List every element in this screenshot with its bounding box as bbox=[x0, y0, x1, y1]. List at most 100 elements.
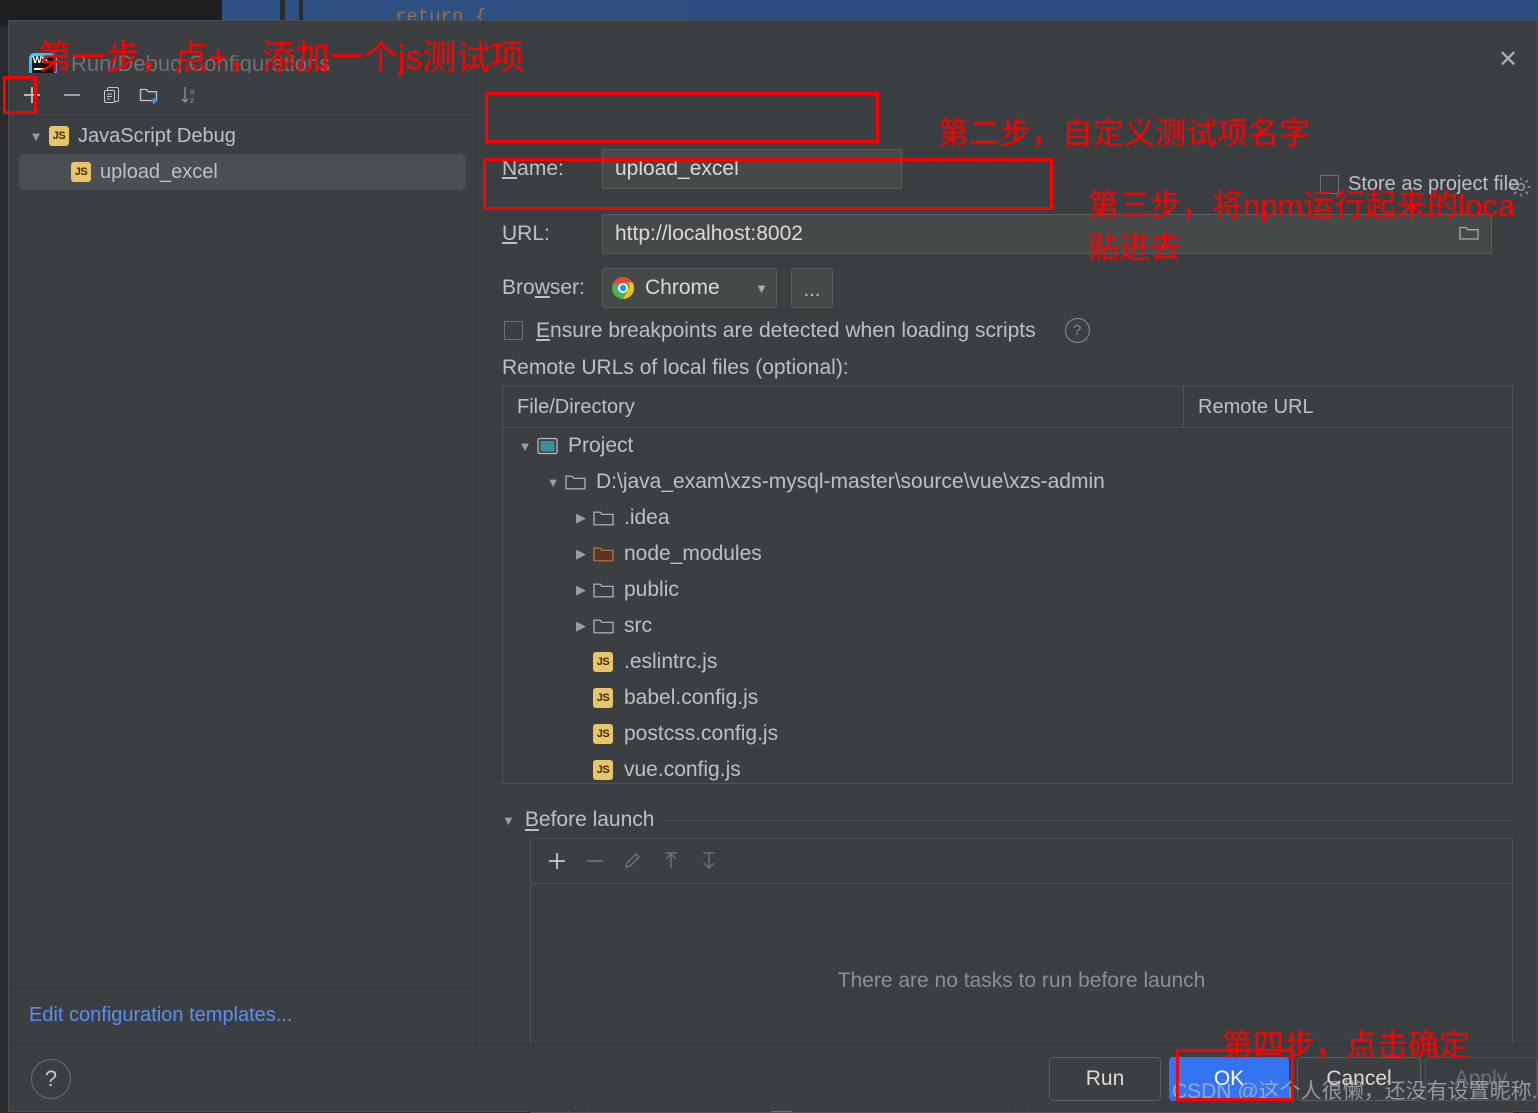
question-mark-icon[interactable]: ? bbox=[1064, 318, 1090, 343]
js-file-icon: JS bbox=[593, 724, 614, 744]
folder-excluded-icon bbox=[593, 546, 614, 563]
configurations-tree: ▼ JS JavaScript Debug JS upload_excel bbox=[9, 118, 476, 989]
configuration-editor-panel: Name: upload_excel Store as project file… bbox=[478, 73, 1537, 1113]
run-debug-configurations-dialog: WS Run/Debug Configurations ✕ a z ▼ JS J… bbox=[8, 20, 1538, 1113]
run-button[interactable]: Run bbox=[1049, 1057, 1161, 1101]
minus-icon bbox=[579, 847, 611, 875]
table-row[interactable]: ▼ Project bbox=[503, 428, 1512, 464]
minus-icon[interactable] bbox=[55, 79, 89, 111]
chevron-right-icon[interactable]: ▶ bbox=[569, 618, 593, 634]
table-row-label: postcss.config.js bbox=[624, 722, 779, 745]
table-row[interactable]: ▶ .idea bbox=[503, 500, 1512, 536]
table-row-label: .eslintrc.js bbox=[624, 650, 718, 673]
browser-row: Browser: Chrome ▼ ... bbox=[502, 268, 833, 308]
before-launch-empty-text: There are no tasks to run before launch bbox=[837, 969, 1206, 992]
arrow-up-icon bbox=[655, 847, 687, 875]
table-row[interactable]: ▼ D:\java_exam\xzs-mysql-master\source\vu… bbox=[503, 464, 1512, 500]
table-row[interactable]: JS .eslintrc.js bbox=[503, 644, 1512, 680]
configurations-toolbar: a z bbox=[9, 73, 476, 118]
new-folder-icon[interactable] bbox=[133, 79, 167, 111]
project-icon bbox=[537, 437, 558, 455]
chevron-down-icon[interactable]: ▼ bbox=[513, 439, 537, 454]
webstorm-logo-text: WS bbox=[32, 55, 48, 66]
store-as-project-file-label: Store as project file bbox=[1348, 173, 1520, 195]
plus-icon[interactable] bbox=[15, 79, 49, 111]
browser-select[interactable]: Chrome ▼ bbox=[602, 268, 777, 308]
configurations-panel: a z ▼ JS JavaScript Debug JS upload_exce… bbox=[9, 73, 477, 1045]
chevron-down-icon[interactable]: ▼ bbox=[755, 281, 768, 296]
browser-label: Browser: bbox=[502, 276, 585, 299]
table-row[interactable]: JS postcss.config.js bbox=[503, 716, 1512, 752]
js-file-icon: JS bbox=[593, 652, 614, 672]
table-header: File/Directory Remote URL bbox=[503, 387, 1512, 428]
remote-urls-table: File/Directory Remote URL ▼ Project ▼ D:\ja… bbox=[502, 386, 1513, 784]
folder-icon bbox=[565, 474, 586, 491]
chevron-down-icon[interactable]: ▼ bbox=[23, 129, 49, 144]
table-row-label: public bbox=[624, 578, 679, 601]
tree-group-javascript-debug[interactable]: ▼ JS JavaScript Debug bbox=[9, 118, 476, 154]
chevron-right-icon[interactable]: ▶ bbox=[569, 582, 593, 598]
tree-item-upload-excel[interactable]: JS upload_excel bbox=[19, 154, 466, 190]
js-badge-icon: JS bbox=[49, 126, 69, 146]
table-row[interactable]: JS babel.config.js bbox=[503, 680, 1512, 716]
before-launch-toolbar bbox=[531, 839, 1512, 884]
table-row-label: Project bbox=[568, 434, 634, 457]
name-label: Name: bbox=[502, 157, 564, 180]
edit-configuration-templates-link[interactable]: Edit configuration templates... bbox=[29, 1004, 292, 1027]
column-header-file-directory: File/Directory bbox=[517, 395, 635, 418]
table-row-label: src bbox=[624, 614, 652, 637]
dialog-titlebar: WS Run/Debug Configurations ✕ bbox=[9, 21, 1537, 81]
before-launch-header[interactable]: ▼ Before launch bbox=[502, 808, 1513, 832]
table-row[interactable]: JS vue.config.js bbox=[503, 752, 1512, 788]
table-row[interactable]: ▶ node_modules bbox=[503, 536, 1512, 572]
help-button[interactable]: ? bbox=[31, 1059, 71, 1099]
dialog-footer: ? Run OK Cancel Apply bbox=[9, 1044, 1537, 1111]
table-row[interactable]: ▶ src bbox=[503, 608, 1512, 644]
arrow-down-icon bbox=[693, 847, 725, 875]
chevron-down-icon[interactable]: ▼ bbox=[541, 475, 565, 490]
js-file-icon: JS bbox=[593, 760, 614, 780]
apply-button[interactable]: Apply bbox=[1425, 1057, 1537, 1101]
table-body: ▼ Project ▼ D:\java_exam\xzs-mysql-master\s… bbox=[503, 428, 1512, 788]
store-as-project-file-checkbox[interactable] bbox=[1320, 175, 1339, 194]
copy-icon[interactable] bbox=[95, 79, 129, 111]
url-row: URL: http://localhost:8002 bbox=[502, 214, 1492, 254]
chevron-right-icon[interactable]: ▶ bbox=[569, 546, 593, 562]
before-launch-label: Before launch bbox=[524, 808, 655, 831]
pencil-icon bbox=[617, 847, 649, 875]
folder-icon bbox=[593, 618, 614, 635]
store-as-project-file-row[interactable]: Store as project file bbox=[1320, 173, 1519, 196]
url-label: URL: bbox=[502, 222, 550, 245]
url-input[interactable]: http://localhost:8002 bbox=[602, 214, 1492, 254]
folder-icon[interactable] bbox=[1457, 223, 1481, 249]
column-header-remote-url: Remote URL bbox=[1198, 395, 1314, 418]
chevron-down-icon[interactable]: ▼ bbox=[502, 813, 515, 828]
tree-group-label: JavaScript Debug bbox=[78, 124, 236, 147]
divider bbox=[664, 819, 1513, 821]
plus-icon[interactable] bbox=[541, 847, 573, 875]
name-input[interactable]: upload_excel bbox=[602, 149, 902, 189]
cancel-button[interactable]: Cancel bbox=[1297, 1057, 1421, 1101]
remote-urls-label: Remote URLs of local files (optional): bbox=[502, 356, 849, 379]
folder-icon bbox=[593, 582, 614, 599]
browser-more-button[interactable]: ... bbox=[791, 268, 833, 308]
table-row-label: node_modules bbox=[624, 542, 762, 565]
ensure-breakpoints-row[interactable]: Ensure breakpoints are detected when loa… bbox=[504, 318, 1090, 343]
browser-value: Chrome bbox=[645, 276, 720, 299]
table-row-label: vue.config.js bbox=[624, 758, 741, 781]
table-row-label: babel.config.js bbox=[624, 686, 759, 709]
ok-button[interactable]: OK bbox=[1169, 1057, 1289, 1101]
ensure-breakpoints-checkbox[interactable] bbox=[504, 321, 523, 340]
url-input-value: http://localhost:8002 bbox=[615, 222, 803, 245]
chrome-icon bbox=[611, 276, 635, 300]
chevron-right-icon[interactable]: ▶ bbox=[569, 510, 593, 526]
table-row-label: .idea bbox=[624, 506, 670, 529]
ensure-breakpoints-label: Ensure breakpoints are detected when loa… bbox=[536, 318, 1036, 342]
table-row[interactable]: ▶ public bbox=[503, 572, 1512, 608]
divider bbox=[9, 988, 476, 989]
gear-icon[interactable] bbox=[1509, 175, 1533, 199]
close-icon[interactable]: ✕ bbox=[1495, 47, 1521, 73]
sort-alpha-icon[interactable]: a z bbox=[173, 79, 207, 111]
js-file-icon: JS bbox=[593, 688, 614, 708]
svg-text:z: z bbox=[190, 95, 194, 105]
